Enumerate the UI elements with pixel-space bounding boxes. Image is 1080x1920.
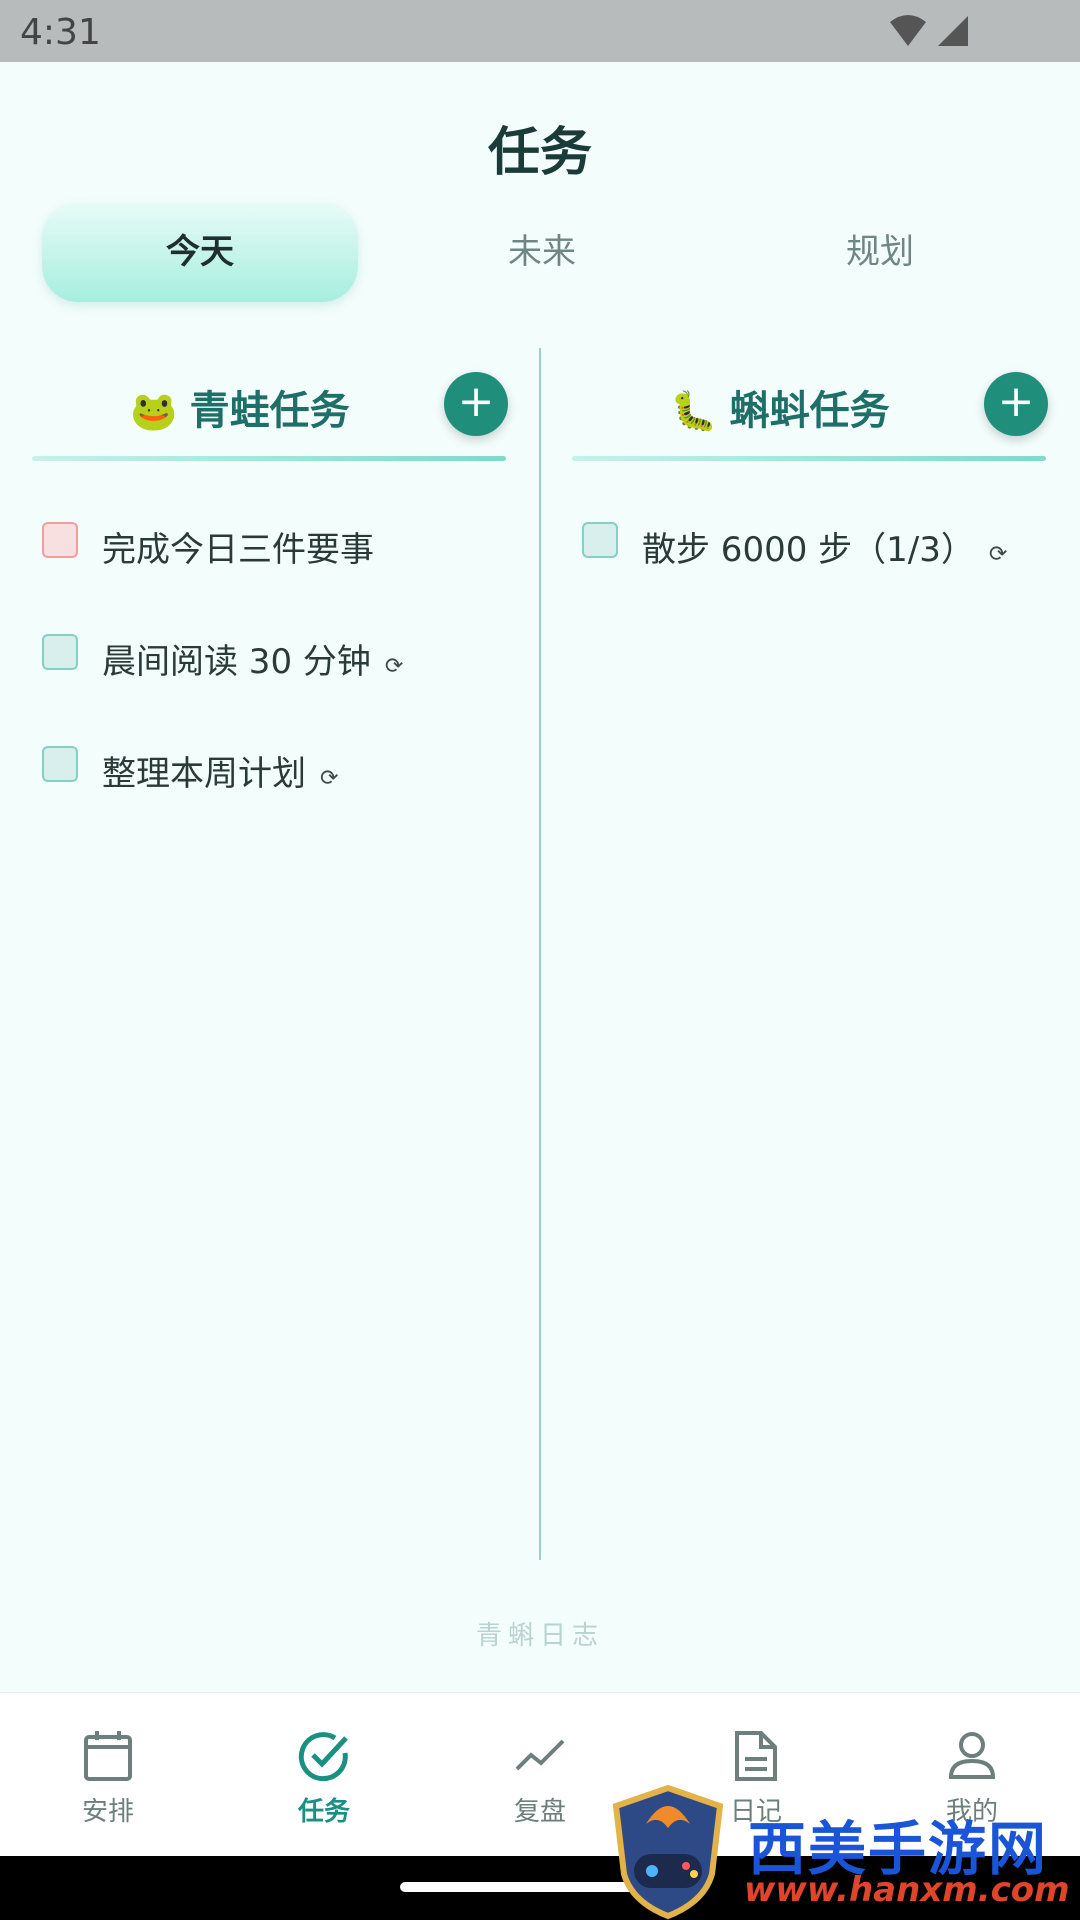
watermark-url: www.hanxm.com — [744, 1870, 1070, 1910]
frog-column-header: 🐸 青蛙任务 + — [30, 360, 508, 461]
task-text-wrapper[interactable]: 整理本周计划 ⟳ — [102, 746, 338, 795]
tab-planning[interactable]: 规划 — [722, 202, 1038, 302]
task-text-wrapper[interactable]: 散步 6000 步（1/3） ⟳ — [642, 522, 1007, 571]
add-frog-task-button[interactable]: + — [444, 372, 508, 436]
frog-column-title: 🐸 青蛙任务 — [30, 378, 450, 436]
tadpole-column-label: 蝌蚪任务 — [729, 388, 890, 434]
trend-line-icon — [515, 1739, 565, 1771]
date-tabs: 今天 未来 规划 — [42, 202, 1042, 302]
nav-label: 复盘 — [513, 1797, 566, 1827]
check-circle-icon — [298, 1732, 348, 1782]
frog-icon: 🐸 — [130, 389, 178, 433]
wifi-icon — [890, 15, 926, 46]
nav-item-schedule[interactable]: 安排 — [38, 1729, 178, 1828]
page-title: 任务 — [487, 123, 592, 183]
tab-today[interactable]: 今天 — [42, 202, 358, 302]
nav-item-tasks[interactable]: 任务 — [254, 1729, 394, 1828]
task-text[interactable]: 完成今日三件要事 — [102, 522, 374, 571]
add-tadpole-task-button[interactable]: + — [984, 372, 1048, 436]
task-text: 晨间阅读 30 分钟 — [102, 642, 371, 682]
nav-item-review[interactable]: 复盘 — [470, 1729, 610, 1828]
repeat-icon: ⟳ — [988, 542, 1008, 567]
tadpole-column-underline — [572, 456, 1046, 461]
task-text-wrapper[interactable]: 晨间阅读 30 分钟 ⟳ — [102, 634, 403, 683]
signal-icon — [938, 16, 968, 46]
column-divider — [539, 348, 541, 1560]
person-icon — [948, 1732, 996, 1779]
tadpole-column-title: 🐛 蝌蚪任务 — [570, 378, 990, 436]
document-icon — [735, 1731, 777, 1781]
task-text: 整理本周计划 — [102, 754, 306, 794]
frog-column-underline — [32, 456, 506, 461]
calendar-icon — [84, 1731, 132, 1781]
task-checkbox[interactable] — [42, 746, 78, 782]
nav-label: 安排 — [81, 1797, 134, 1827]
task-checkbox[interactable] — [42, 634, 78, 670]
frog-column-label: 青蛙任务 — [189, 388, 350, 434]
status-bar: 4:31 — [0, 0, 1080, 62]
tab-future[interactable]: 未来 — [384, 202, 700, 302]
task-text: 散步 6000 步（1/3） — [642, 530, 975, 570]
task-checkbox[interactable] — [42, 522, 78, 558]
task-checkbox[interactable] — [582, 522, 618, 558]
tadpole-column-header: 🐛 蝌蚪任务 + — [570, 360, 1048, 461]
caterpillar-icon: 🐛 — [670, 389, 718, 433]
tadpole-task-column: 🐛 蝌蚪任务 + 散步 6000 步（1/3） ⟳ — [570, 360, 1048, 570]
watermark-logo-icon — [612, 1784, 724, 1920]
status-time: 4:31 — [20, 12, 101, 53]
frog-task-column: 🐸 青蛙任务 + 完成今日三件要事 晨间阅读 30 分钟 ⟳ 整理本周计划 ⟳ — [30, 360, 508, 794]
repeat-icon: ⟳ — [384, 654, 404, 679]
app-brand-footer: 青蝌日志 — [475, 1621, 604, 1651]
status-icons — [888, 14, 970, 48]
nav-label: 任务 — [297, 1797, 350, 1827]
repeat-icon: ⟳ — [320, 766, 339, 791]
